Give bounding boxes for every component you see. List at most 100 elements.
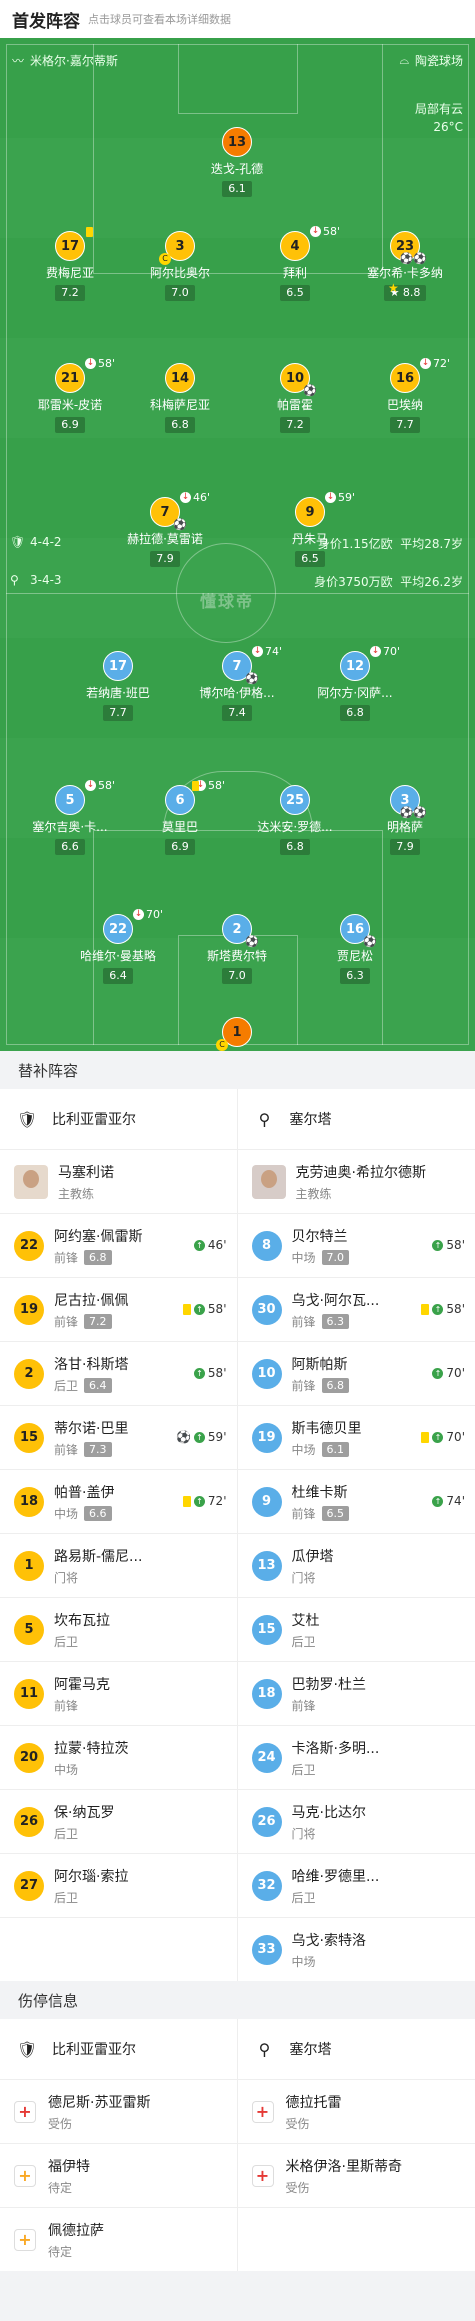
sub-player[interactable]: 15蒂尔诺·巴里前锋7.3⚽↑59' <box>0 1405 238 1469</box>
injured-player[interactable]: +福伊特待定 <box>0 2143 238 2207</box>
subs-away-team[interactable]: ⚲ 塞尔塔 <box>238 1089 475 1149</box>
sub-player[interactable]: 15艾杜后卫 <box>238 1597 475 1661</box>
sub-player[interactable]: 20拉蒙·特拉茨中场 <box>0 1725 238 1789</box>
sub-player[interactable]: 32哈维·罗德里...后卫 <box>238 1853 475 1917</box>
player-name: 阿斯帕斯 <box>292 1354 350 1374</box>
sub-player[interactable]: 26马克·比达尔门将 <box>238 1789 475 1853</box>
player-number-badge: 19 <box>14 1295 44 1325</box>
sub-in-icon: ↑ <box>432 1496 443 1507</box>
player-position-row: 中场 <box>54 1761 128 1778</box>
injuries-home-team[interactable]: 🛡 比利亚雷亚尔 <box>0 2019 238 2079</box>
home-coach[interactable]: 马塞利诺主教练 <box>0 1149 238 1213</box>
yellow-card-icon <box>183 1496 191 1507</box>
sub-player[interactable]: 9杜维卡斯前锋6.5↑74' <box>238 1469 475 1533</box>
player-rating: 6.3 <box>322 1314 350 1329</box>
sub-player[interactable]: 30乌戈·阿尔瓦...前锋6.3↑58' <box>238 1277 475 1341</box>
player-number-badge: 24 <box>252 1743 282 1773</box>
lineup-header: 首发阵容 点击球员可查看本场详细数据 <box>0 0 475 38</box>
player-name: 贾尼松 <box>300 947 410 964</box>
sub-player[interactable]: 27阿尔瑙·索拉后卫 <box>0 1853 238 1917</box>
sub-event: ↑58' <box>432 1238 465 1252</box>
sub-player[interactable]: 33乌戈·索特洛中场 <box>238 1917 475 1981</box>
player-rating: 6.1 <box>322 1442 350 1457</box>
sub-player[interactable]: 5坎布瓦拉后卫 <box>0 1597 238 1661</box>
injured-player[interactable]: +德拉托雷受伤 <box>238 2079 475 2143</box>
sub-player[interactable]: 24卡洛斯·多明...后卫 <box>238 1725 475 1789</box>
away-avg-age: 平均26.2岁 <box>400 575 463 589</box>
sub-in-icon: ↑ <box>432 1432 443 1443</box>
player-name: 若纳唐·班巴 <box>63 684 173 701</box>
injuries-away-team[interactable]: ⚲ 塞尔塔 <box>238 2019 475 2079</box>
away-coach[interactable]: 克劳迪奥·希拉尔德斯主教练 <box>238 1149 475 1213</box>
sub-player[interactable]: 1路易斯-儒尼...门将 <box>0 1533 238 1597</box>
sub-player[interactable]: 22阿约塞·佩雷斯前锋6.8↑46' <box>0 1213 238 1277</box>
player-number-badge: 10 <box>252 1359 282 1389</box>
sub-player[interactable]: 10阿斯帕斯前锋6.8↑70' <box>238 1341 475 1405</box>
player-name: 阿尔比奥尔 <box>125 264 235 281</box>
sub-in-icon: ↑ <box>432 1304 443 1315</box>
pitch: 〰 米格尔·嘉尔蒂斯 ⌓ 陶瓷球场 局部有云 26°C 🛡 4-4-2 身价1.… <box>0 38 475 1051</box>
player-rating: 6.4 <box>84 1378 112 1393</box>
sub-out-icon: ↓ <box>325 492 336 503</box>
player-position-row: 前锋7.3 <box>54 1441 128 1458</box>
sub-player[interactable]: 8贝尔特兰中场7.0↑58' <box>238 1213 475 1277</box>
player-position-row: 后卫 <box>54 1889 128 1906</box>
sub-minute: 70' <box>446 1430 465 1444</box>
player-number-badge: 13 <box>252 1551 282 1581</box>
goal-icon: ⚽ <box>363 935 377 948</box>
yellow-card-icon <box>421 1304 429 1315</box>
player-position-row: 后卫 <box>292 1889 380 1906</box>
sub-event: ↑58' <box>421 1302 465 1316</box>
match-info-bar: 〰 米格尔·嘉尔蒂斯 ⌓ 陶瓷球场 <box>0 48 475 72</box>
player-name: 拜利 <box>240 264 350 281</box>
sub-player[interactable]: 18帕普·盖伊中场6.6↑72' <box>0 1469 238 1533</box>
sub-player[interactable]: 13瓜伊塔门将 <box>238 1533 475 1597</box>
player-rating: 7.9 <box>390 839 420 855</box>
player-number-badge: 15 <box>14 1423 44 1453</box>
player-name: 阿尔瑙·索拉 <box>54 1866 128 1886</box>
player-position: 后卫 <box>292 1633 316 1650</box>
player-name: 斯韦德贝里 <box>292 1418 362 1438</box>
player-name: 德尼斯·苏亚雷斯 <box>48 2092 150 2112</box>
injury-icon: + <box>252 2101 274 2123</box>
goal-icon: ⚽ <box>245 935 259 948</box>
sub-info: ↓72' <box>420 357 450 370</box>
subs-home-team-name: 比利亚雷亚尔 <box>52 1109 136 1129</box>
sub-info: ↓70' <box>370 645 400 658</box>
home-avg-age: 平均28.7岁 <box>400 537 463 551</box>
player-name: 保·纳瓦罗 <box>54 1802 114 1822</box>
sub-player[interactable]: 11阿霍马克前锋 <box>0 1661 238 1725</box>
player-name: 莫里巴 <box>125 818 235 835</box>
home-crest-icon: 🛡 <box>10 535 25 549</box>
sub-minute: 74' <box>265 645 282 658</box>
player-name: 乌戈·阿尔瓦... <box>292 1290 380 1310</box>
player-position-row: 中场 <box>292 1953 366 1970</box>
injured-player[interactable]: +佩德拉萨待定 <box>0 2207 238 2271</box>
sub-player[interactable]: 2洛甘·科斯塔后卫6.4↑58' <box>0 1341 238 1405</box>
sub-minute: 58' <box>208 1366 227 1380</box>
sub-in-icon: ↑ <box>432 1240 443 1251</box>
doubt-icon: + <box>14 2229 36 2251</box>
subs-away-team-name: 塞尔塔 <box>290 1109 332 1129</box>
player-rating: 6.9 <box>55 417 85 433</box>
injured-player[interactable]: +米格伊洛·里斯蒂奇受伤 <box>238 2143 475 2207</box>
sub-minute: 58' <box>446 1302 465 1316</box>
subs-home-team[interactable]: 🛡 比利亚雷亚尔 <box>0 1089 238 1149</box>
sub-player[interactable]: 18巴勃罗·杜兰前锋 <box>238 1661 475 1725</box>
injured-player[interactable]: +德尼斯·苏亚雷斯受伤 <box>0 2079 238 2143</box>
sub-player[interactable]: 19斯韦德贝里中场6.1↑70' <box>238 1405 475 1469</box>
sub-player[interactable]: 19尼古拉·佩佩前锋7.2↑58' <box>0 1277 238 1341</box>
player-number-badge: 19 <box>252 1423 282 1453</box>
player-name: 路易斯-儒尼... <box>54 1546 142 1566</box>
sub-in-icon: ↑ <box>194 1432 205 1443</box>
player-number-badge: 11 <box>14 1679 44 1709</box>
injury-status: 受伤 <box>48 2115 150 2132</box>
celta-crest-icon: ⚲ <box>252 1106 278 1132</box>
goal-icon: ⚽ <box>245 672 259 685</box>
player-rating: 6.8 <box>84 1250 112 1265</box>
player-name: 马克·比达尔 <box>292 1802 366 1822</box>
away-coach-role: 主教练 <box>296 1185 426 1202</box>
yellow-card-icon <box>183 1304 191 1315</box>
sub-player[interactable]: 26保·纳瓦罗后卫 <box>0 1789 238 1853</box>
weather-info: 局部有云 26°C <box>415 100 463 136</box>
